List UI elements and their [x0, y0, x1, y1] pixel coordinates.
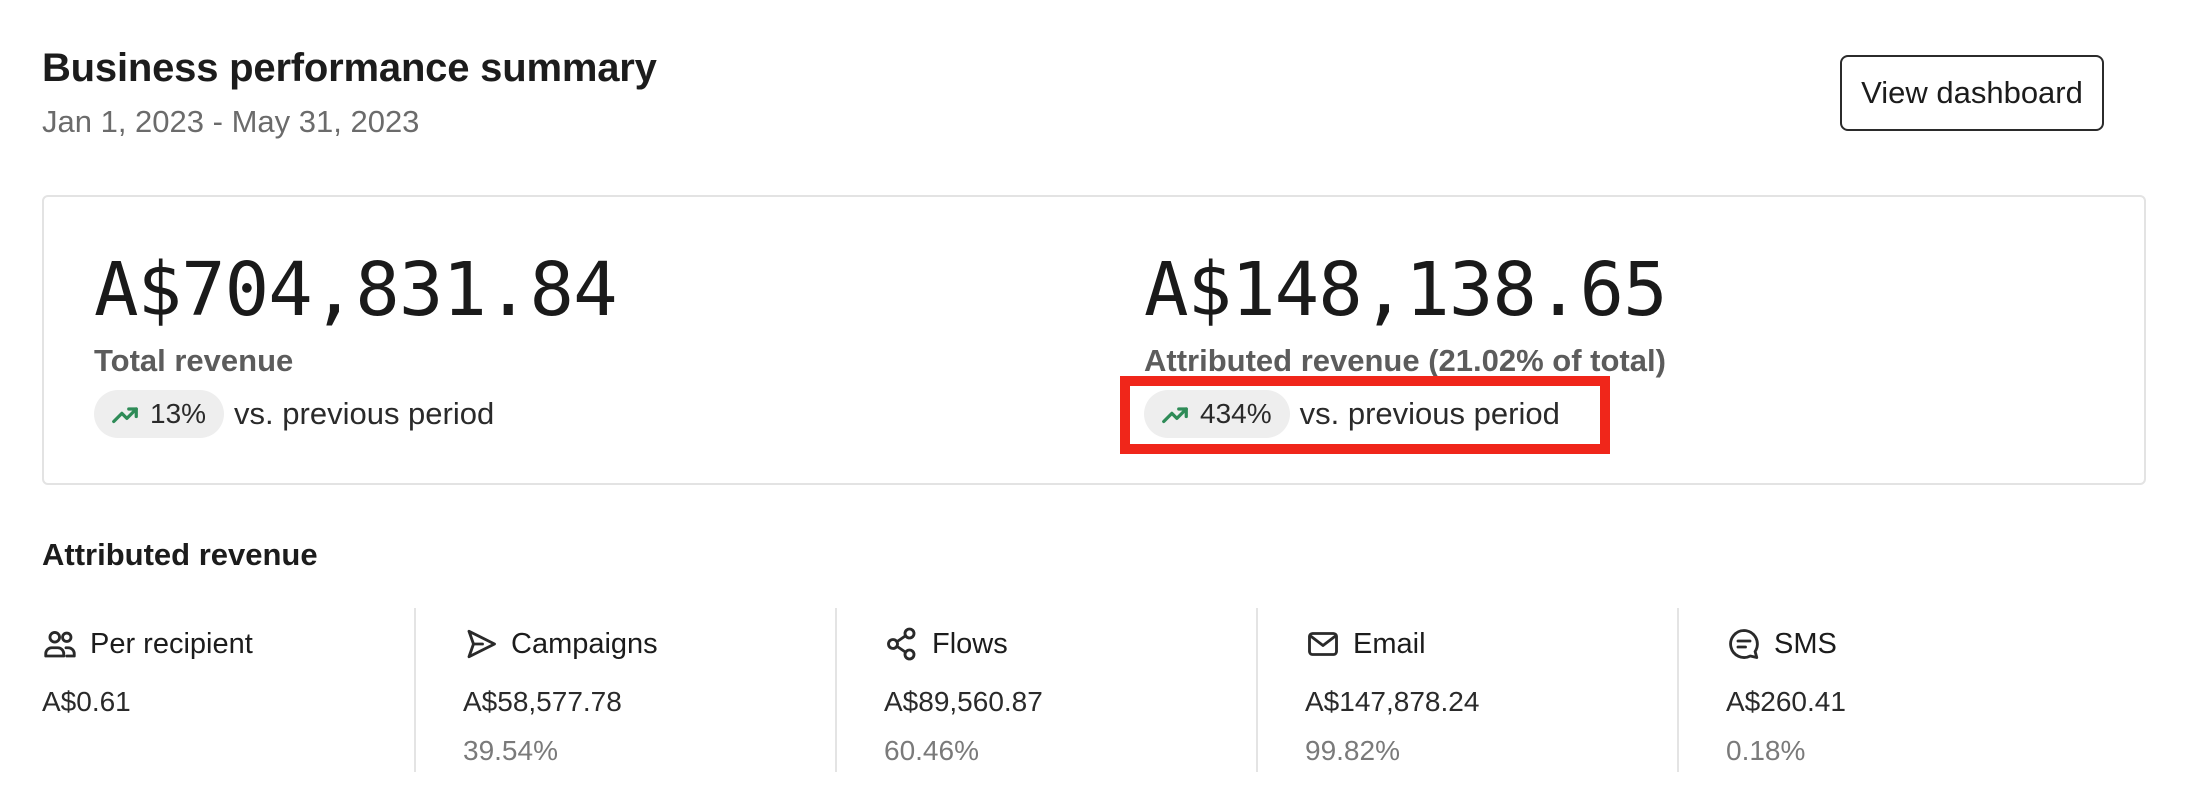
divider	[1677, 608, 1679, 772]
stat-value: A$147,878.24	[1305, 686, 1480, 717]
stat-value: A$89,560.87	[884, 686, 1043, 717]
total-revenue-label: Total revenue	[94, 343, 294, 378]
stat-header: Email	[1305, 626, 1426, 662]
stat-header: SMS	[1726, 626, 1837, 662]
mail-icon	[1305, 626, 1341, 662]
stat-header: Campaigns	[463, 626, 658, 662]
divider	[1256, 608, 1258, 772]
trending-up-icon	[1160, 399, 1190, 429]
comparison-text: vs. previous period	[234, 396, 495, 431]
stat-label: Flows	[932, 627, 1008, 660]
delta-value: 13%	[150, 398, 207, 429]
page-title: Business performance summary	[42, 46, 657, 90]
stat-header: Per recipient	[42, 626, 253, 662]
stat-label: Email	[1353, 627, 1426, 660]
total-revenue-delta-row: 13% vs. previous period	[94, 390, 494, 438]
view-dashboard-button[interactable]: View dashboard	[1840, 55, 2104, 131]
stat-share: 0.18%	[1726, 735, 1806, 766]
stat-value: A$58,577.78	[463, 686, 622, 717]
share-nodes-icon	[884, 626, 920, 662]
trending-up-icon	[110, 399, 140, 429]
stat-label: SMS	[1774, 627, 1837, 660]
delta-value: 434%	[1200, 398, 1272, 429]
stat-label: Per recipient	[90, 627, 253, 660]
stat-share: 60.46%	[884, 735, 979, 766]
stat-share: 39.54%	[463, 735, 558, 766]
divider	[835, 608, 837, 772]
stat-share: 99.82%	[1305, 735, 1400, 766]
people-icon	[42, 626, 78, 662]
attributed-revenue-stats: Per recipient A$0.61 Campaigns A$58,577.…	[42, 608, 2146, 772]
attributed-revenue-label: Attributed revenue (21.02% of total)	[1144, 343, 1666, 378]
total-revenue-value: A$704,831.84	[94, 247, 618, 333]
comparison-text: vs. previous period	[1299, 396, 1560, 431]
date-range: Jan 1, 2023 - May 31, 2023	[42, 104, 420, 139]
delta-badge: 13%	[94, 390, 225, 438]
attributed-revenue-value: A$148,138.65	[1144, 247, 1668, 333]
divider	[414, 608, 416, 772]
stat-label: Campaigns	[511, 627, 658, 660]
summary-card: A$704,831.84 Total revenue 13% vs. previ…	[42, 195, 2146, 485]
stat-value: A$260.41	[1726, 686, 1846, 717]
section-title: Attributed revenue	[42, 537, 318, 572]
stat-header: Flows	[884, 626, 1008, 662]
attributed-revenue-delta-row: 434% vs. previous period	[1144, 390, 1560, 438]
chat-bubble-icon	[1726, 626, 1762, 662]
delta-badge: 434%	[1144, 390, 1290, 438]
stat-value: A$0.61	[42, 686, 131, 717]
send-icon	[463, 626, 499, 662]
